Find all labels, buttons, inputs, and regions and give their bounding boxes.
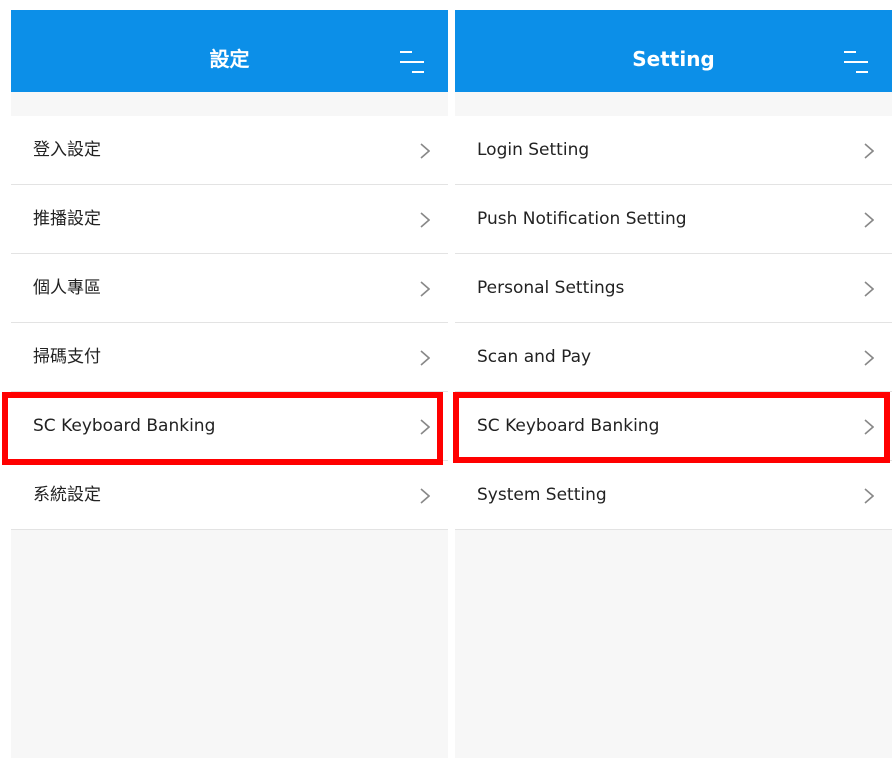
chevron-right-icon	[420, 281, 430, 297]
settings-item-label: 推播設定	[33, 209, 101, 229]
settings-item-push[interactable]: Push Notification Setting	[455, 185, 892, 254]
menu-icon[interactable]	[400, 51, 424, 73]
chevron-right-icon	[420, 143, 430, 159]
chevron-right-icon	[420, 212, 430, 228]
chevron-right-icon	[420, 350, 430, 366]
chevron-right-icon	[864, 212, 874, 228]
settings-list: 登入設定 推播設定 個人專區 掃碼支付 SC Keyboard Banking …	[11, 116, 448, 530]
highlight-box	[2, 392, 443, 465]
settings-item-login[interactable]: Login Setting	[455, 116, 892, 185]
settings-list: Login Setting Push Notification Setting …	[455, 116, 892, 530]
settings-item-label: System Setting	[477, 485, 607, 505]
settings-screen-en: Setting Login Setting Push Notification …	[455, 10, 892, 758]
settings-item-label: 個人專區	[33, 278, 101, 298]
settings-item-personal[interactable]: 個人專區	[11, 254, 448, 323]
settings-item-system[interactable]: System Setting	[455, 461, 892, 530]
app-header: Setting	[455, 10, 892, 92]
menu-icon[interactable]	[844, 51, 868, 73]
page-title: 設定	[209, 47, 250, 71]
settings-item-label: 系統設定	[33, 485, 101, 505]
settings-item-push[interactable]: 推播設定	[11, 185, 448, 254]
chevron-right-icon	[864, 281, 874, 297]
chevron-right-icon	[864, 143, 874, 159]
settings-item-label: Personal Settings	[477, 278, 625, 298]
chevron-right-icon	[864, 488, 874, 504]
app-header: 設定	[11, 10, 448, 92]
settings-item-label: Scan and Pay	[477, 347, 592, 367]
page-title: Setting	[632, 47, 715, 71]
chevron-right-icon	[864, 350, 874, 366]
settings-item-scan-pay[interactable]: Scan and Pay	[455, 323, 892, 392]
settings-item-system[interactable]: 系統設定	[11, 461, 448, 530]
settings-item-personal[interactable]: Personal Settings	[455, 254, 892, 323]
settings-item-login[interactable]: 登入設定	[11, 116, 448, 185]
settings-screen-zh: 設定 登入設定 推播設定 個人專區 掃碼支付 SC Keyboard Banki…	[11, 10, 448, 758]
settings-item-scan-pay[interactable]: 掃碼支付	[11, 323, 448, 392]
chevron-right-icon	[420, 488, 430, 504]
settings-item-label: 登入設定	[33, 140, 101, 160]
settings-item-label: Push Notification Setting	[477, 209, 687, 229]
highlight-box	[453, 392, 890, 463]
settings-item-label: 掃碼支付	[33, 347, 101, 367]
settings-item-label: Login Setting	[477, 140, 590, 160]
